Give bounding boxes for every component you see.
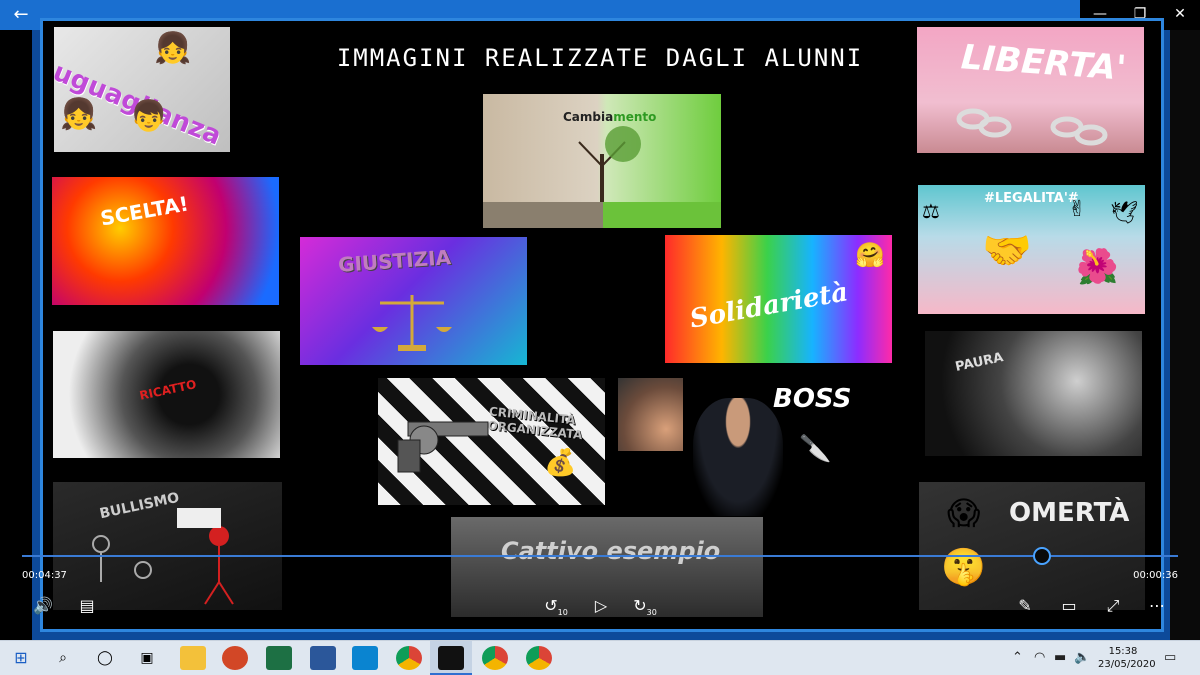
scales-icon — [372, 295, 452, 351]
taskbar: ⊞ ⌕ ◯ ▣ ⌃ ◠ ▬ 🔈 15:38 23/05/2020 ▭ — [0, 640, 1200, 675]
children-icon: 👧 — [154, 31, 192, 66]
revolver-icon — [397, 421, 489, 473]
chrome-icon[interactable] — [396, 646, 422, 670]
movies-tv-icon[interactable] — [438, 646, 464, 670]
elapsed-time: 00:04:37 — [22, 570, 67, 581]
tile-label-omerta: OMERTÀ — [1009, 498, 1130, 528]
tile-ricatto: RICATTO — [53, 331, 280, 458]
tile-label-boss: BOSS — [773, 384, 852, 414]
tile-boss: BOSS 🔪 — [683, 378, 859, 516]
wifi-icon[interactable]: ◠ — [1034, 650, 1045, 665]
powerpoint-icon[interactable] — [222, 646, 248, 670]
tray-chevron-icon[interactable]: ⌃ — [1012, 650, 1023, 665]
clock-date: 23/05/2020 — [1098, 659, 1156, 670]
more-options-icon[interactable]: ⋯ — [1144, 594, 1170, 618]
dove-icon: 🕊 — [1110, 201, 1138, 226]
tile-label-scelta: SCELTA! — [98, 191, 191, 231]
play-button[interactable]: ▷ — [588, 594, 614, 618]
tree-icon — [483, 126, 721, 228]
tile-label-cattivo-esempio: Cattivo esempio — [501, 537, 721, 565]
battery-icon[interactable]: ▬ — [1054, 650, 1066, 665]
tile-label-paura: PAURA — [953, 350, 1005, 375]
tile-liberta: LIBERTA' — [917, 27, 1144, 153]
search-icon[interactable]: ⌕ — [50, 646, 76, 670]
scared-face-icon: 😱 — [947, 494, 981, 532]
close-button[interactable]: ✕ — [1160, 0, 1200, 30]
notifications-icon[interactable]: ▭ — [1164, 650, 1176, 665]
hug-icon: 🤗 — [855, 241, 885, 269]
captions-icon[interactable]: ▤ — [74, 594, 100, 618]
skip-forward-seconds: 30 — [646, 608, 657, 618]
silence-lips-icon: 🤫 — [941, 547, 986, 588]
tile-omerta: OMERTÀ 😱 🤫 — [919, 482, 1145, 610]
knife-icon: 🔪 — [799, 434, 832, 464]
peace-hand-icon: ✌ — [1068, 197, 1087, 222]
speaker-icon[interactable]: 🔈 — [1074, 650, 1090, 665]
word-icon[interactable] — [310, 646, 336, 670]
file-explorer-icon[interactable] — [180, 646, 206, 670]
remaining-time: 00:00:36 — [1133, 570, 1178, 581]
chrome-profile-2-icon[interactable] — [526, 646, 552, 670]
boss-figure — [693, 398, 783, 516]
tile-bullismo: BULLISMO — [53, 482, 282, 610]
skip-forward-button[interactable]: ↻30 — [632, 594, 658, 618]
tile-label-ricatto: RICATTO — [138, 377, 198, 403]
back-arrow-icon[interactable]: ← — [6, 2, 36, 28]
tile-giustizia: GIUSTIZIA — [300, 237, 527, 365]
seek-bar[interactable] — [22, 555, 1178, 557]
money-bag-icon: 💰 — [544, 448, 577, 478]
skip-back-button[interactable]: ↺10 — [543, 594, 569, 618]
store-icon[interactable] — [352, 646, 378, 670]
cortana-icon[interactable]: ◯ — [92, 646, 118, 670]
pencil-icon[interactable]: ✎ — [1012, 594, 1038, 618]
fullscreen-icon[interactable]: ⤢ — [1100, 594, 1126, 618]
skip-back-seconds: 10 — [557, 608, 568, 618]
girl-icon: 👧 — [60, 97, 98, 132]
mini-view-icon[interactable]: ▭ — [1056, 594, 1082, 618]
chrome-profile-icon[interactable] — [482, 646, 508, 670]
flower-icon: 🌺 — [1076, 247, 1119, 287]
handshake-icon: 🤝 — [982, 228, 1032, 274]
tile-solidarieta: Solidarietà 🤗 — [665, 235, 892, 363]
tile-label-solidarieta: Solidarietà — [687, 277, 851, 335]
task-view-icon[interactable]: ▣ — [134, 646, 160, 670]
left-edge — [0, 30, 32, 640]
media-player-window: ← — ❐ ✕ IMMAGINI REALIZZATE DAGLI ALUNNI… — [0, 0, 1200, 675]
tile-scelta: SCELTA! — [52, 177, 279, 305]
tile-label-legalita: #LEGALITA'# — [984, 191, 1079, 206]
tile-criminalita: CRIMINALITÀ ORGANIZZATA 💰 — [378, 378, 605, 505]
system-clock[interactable]: 15:38 23/05/2020 — [1098, 645, 1156, 671]
broken-chain-icon — [956, 108, 1108, 146]
slide-title: IMMAGINI REALIZZATE DAGLI ALUNNI — [336, 44, 864, 72]
tile-paura: PAURA — [925, 331, 1142, 456]
excel-icon[interactable] — [266, 646, 292, 670]
volume-icon[interactable]: 🔊 — [30, 594, 56, 618]
tile-legalita: #LEGALITA'# 🤝 ⚖ 🕊 🌺 ✌ — [918, 185, 1145, 314]
windows-start-icon[interactable]: ⊞ — [8, 646, 34, 670]
clock-time: 15:38 — [1108, 646, 1138, 657]
tile-cambiamento: Cambiamento — [483, 94, 721, 228]
seek-thumb[interactable] — [1033, 547, 1051, 565]
scales-small-icon: ⚖ — [922, 199, 940, 223]
boy-icon: 👦 — [130, 99, 168, 134]
stick-figures-icon — [92, 508, 234, 605]
tile-uguaglianza: uguaglianza 👧 👧 👦 — [54, 27, 230, 152]
